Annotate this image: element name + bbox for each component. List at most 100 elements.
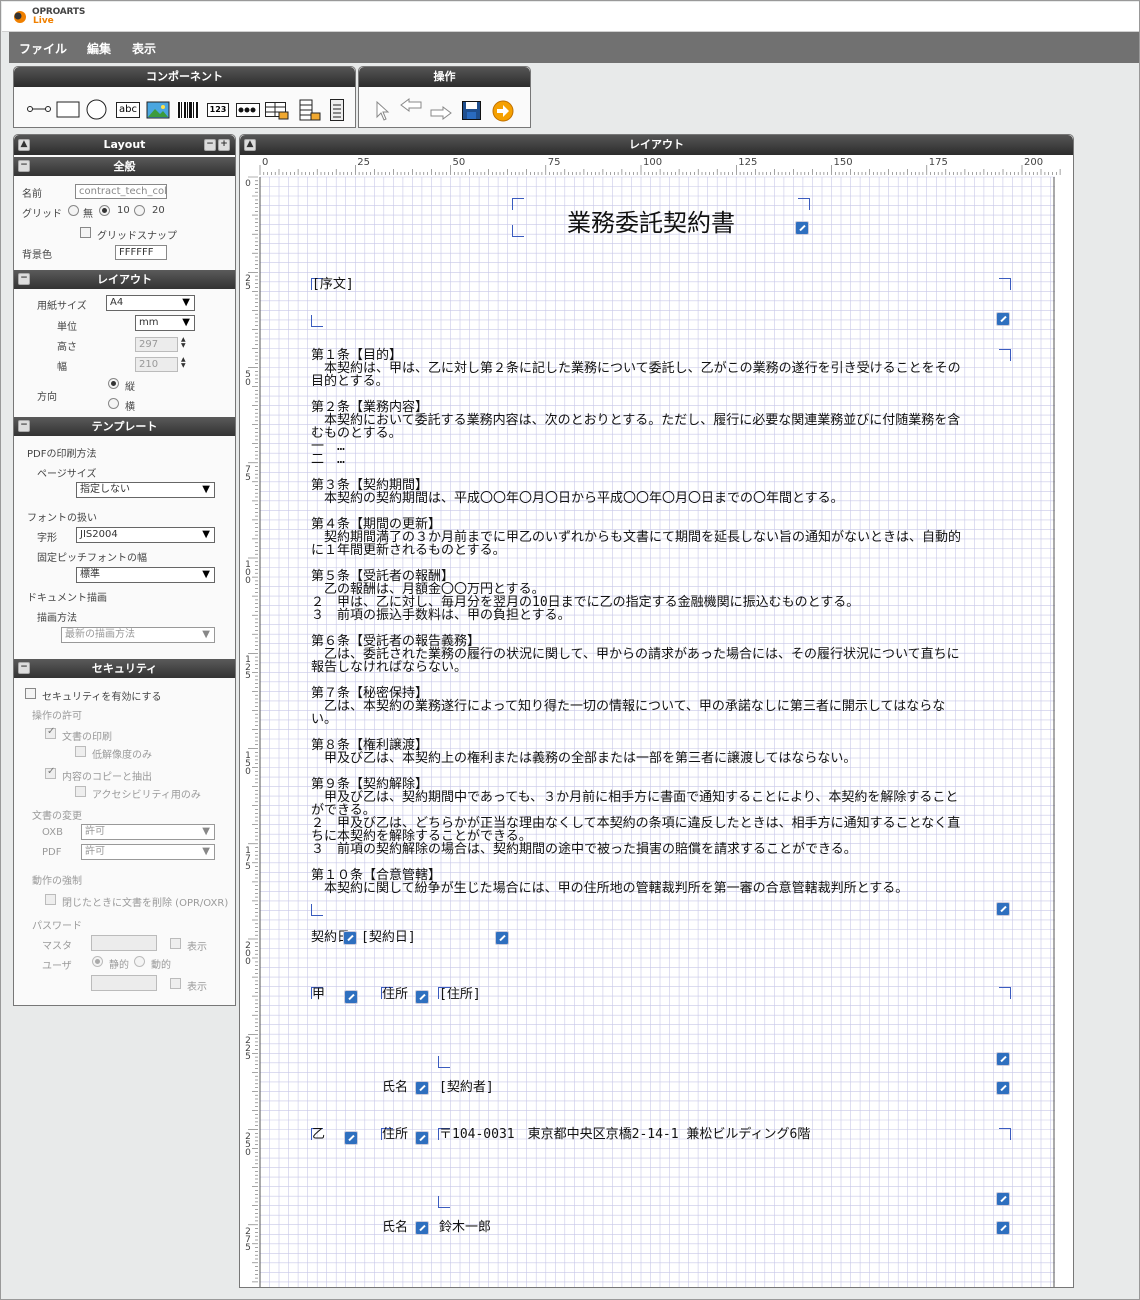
section-layout[interactable]: − レイアウト [14,270,235,289]
collapse-template-button[interactable]: − [18,420,30,432]
menu-file[interactable]: ファイル [19,40,67,57]
party-b-address-field[interactable]: 〒104-0031 東京都中央区京橋2-14-1 兼松ビルディング6階 [439,1128,810,1141]
image-tool-icon[interactable] [146,101,170,119]
edit-field-icon[interactable] [415,990,429,1004]
select-cursor-icon[interactable] [376,101,390,121]
width-spinner[interactable]: ▲ ▼ [181,357,187,369]
low-res-checkbox[interactable] [75,746,86,757]
fixed-pitch-select[interactable]: 標準 [76,567,215,583]
article-1-line[interactable]: 目的とする。 [311,375,389,388]
article-6-line[interactable]: 報告しなければならない。 [311,661,467,674]
user-static-radio[interactable] [92,956,103,967]
height-input[interactable]: 297 [135,337,178,352]
section-general[interactable]: − 全般 [14,157,235,176]
text-tool-icon[interactable]: abc [116,102,140,118]
grid-snap-checkbox[interactable] [80,227,91,238]
edit-field-icon[interactable] [996,1081,1010,1095]
number-tool-icon[interactable]: 123 [207,103,229,117]
edit-field-icon[interactable] [996,1052,1010,1066]
document-title[interactable]: 業務委託契約書 [567,203,735,238]
article-9-line[interactable]: 甲及び乙は、契約期間中であっても、３か月前に相手方に書面で通知することにより、本… [311,791,958,804]
edit-field-icon[interactable] [415,1081,429,1095]
undo-icon[interactable] [399,97,423,115]
article-1-line[interactable]: 本契約は、甲は、乙に対し第２条に記した業務について委託し、乙がこの業務の遂行を引… [311,362,961,375]
copy-checkbox[interactable] [45,766,56,779]
name-input[interactable]: contract_tech_colu [75,184,167,199]
article-8-line[interactable]: 甲及び乙は、本契約上の権利または義務の全部または一部を第三者に譲渡してはならない… [311,752,856,765]
edit-field-icon[interactable] [415,1131,429,1145]
edit-field-icon[interactable] [795,221,809,235]
party-b-address-label[interactable]: 住所 [382,1128,408,1141]
article-5-line[interactable]: ３ 前項の振込手数料は、甲の負担とする。 [311,609,571,622]
edit-field-icon[interactable] [996,902,1010,916]
article-10-line[interactable]: 本契約に関して紛争が生じた場合には、甲の住所地の管轄裁判所を第一審の合意管轄裁判… [311,882,908,895]
expand-all-button[interactable]: + [218,139,230,151]
edit-field-icon[interactable] [344,1131,358,1145]
collapse-layout-button[interactable]: − [18,273,30,285]
grid-20-radio[interactable] [134,205,145,216]
unit-select[interactable]: mm [135,315,195,331]
edit-field-icon[interactable] [996,1192,1010,1206]
page-tool-icon[interactable] [330,99,344,121]
edit-field-icon[interactable] [996,312,1010,326]
menu-edit[interactable]: 編集 [87,40,111,57]
redo-icon[interactable] [429,105,453,123]
collapse-general-button[interactable]: − [18,160,30,172]
edit-field-icon[interactable] [344,990,358,1004]
accessibility-checkbox[interactable] [75,786,86,797]
master-show-checkbox[interactable] [170,938,181,949]
collapse-layout-panel-button[interactable]: ▲ [244,139,256,151]
collapse-security-button[interactable]: − [18,662,30,674]
barcode-tool-icon[interactable] [177,101,199,119]
orientation-landscape-radio[interactable] [108,398,119,409]
edit-field-icon[interactable] [495,931,509,945]
section-security[interactable]: − セキュリティ [14,659,235,678]
rectangle-tool-icon[interactable] [56,101,80,118]
party-a-address-label[interactable]: 住所 [382,988,408,1001]
user-show-checkbox[interactable] [170,978,181,989]
width-input[interactable]: 210 [135,357,178,372]
article-7-line[interactable]: い。 [311,713,337,726]
delete-on-close-checkbox[interactable] [45,894,56,905]
menu-view[interactable]: 表示 [132,40,156,57]
article-2-line[interactable]: 二 … [311,453,345,466]
party-b-name-label[interactable]: 氏名 [382,1221,408,1234]
section-template[interactable]: − テンプレート [14,417,235,436]
table-tool-icon[interactable] [265,102,289,120]
line-tool-icon[interactable] [27,102,51,116]
article-9-line[interactable]: ３ 前項の契約解除の場合は、契約期間の途中で被った損害の賠償を請求することができ… [311,843,857,856]
oxb-select[interactable]: 許可 [81,824,215,840]
layout-canvas[interactable] [240,155,1074,1288]
party-a-name-field[interactable]: [契約者] [439,1081,494,1094]
party-b-label[interactable]: 乙 [312,1128,325,1141]
edit-field-icon[interactable] [996,1221,1010,1235]
user-password-input[interactable] [91,975,157,991]
pdf-select[interactable]: 許可 [81,844,215,860]
ellipse-tool-icon[interactable] [86,99,107,120]
grid-10-radio[interactable] [99,205,110,216]
page-size-select[interactable]: 指定しない [76,482,215,498]
bg-color-input[interactable]: FFFFFF [115,245,167,260]
collapse-panel-button[interactable]: ▲ [18,139,30,151]
article-3-line[interactable]: 本契約の契約期間は、平成〇〇年〇月〇日から平成〇〇年〇月〇日までの〇年間とする。 [311,492,844,505]
orientation-portrait-radio[interactable] [108,378,119,389]
article-7-line[interactable]: 乙は、本契約の業務遂行によって知り得た一切の情報について、甲の承諾なしに第三者に… [311,700,945,713]
master-password-input[interactable] [91,935,157,951]
edit-field-icon[interactable] [415,1221,429,1235]
charset-select[interactable]: JIS2004 [76,527,215,543]
user-dynamic-radio[interactable] [134,956,145,967]
run-icon[interactable] [492,100,514,122]
security-enable-checkbox[interactable] [25,688,36,699]
print-checkbox[interactable] [45,726,56,739]
party-a-name-label[interactable]: 氏名 [382,1081,408,1094]
article-2-line[interactable]: 本契約において委託する業務内容は、次のとおりとする。ただし、履行に必要な関連業務… [311,414,960,427]
save-icon[interactable] [462,101,481,120]
collapse-all-button[interactable]: − [204,139,216,151]
format-tool-icon[interactable] [236,103,260,117]
grid-none-radio[interactable] [68,205,79,216]
party-b-name-field[interactable]: 鈴木一郎 [439,1221,491,1234]
party-a-label[interactable]: 甲 [312,988,325,1001]
edit-field-icon[interactable] [343,931,357,945]
paper-size-select[interactable]: A4 [106,295,195,311]
height-spinner[interactable]: ▲ ▼ [181,337,187,349]
